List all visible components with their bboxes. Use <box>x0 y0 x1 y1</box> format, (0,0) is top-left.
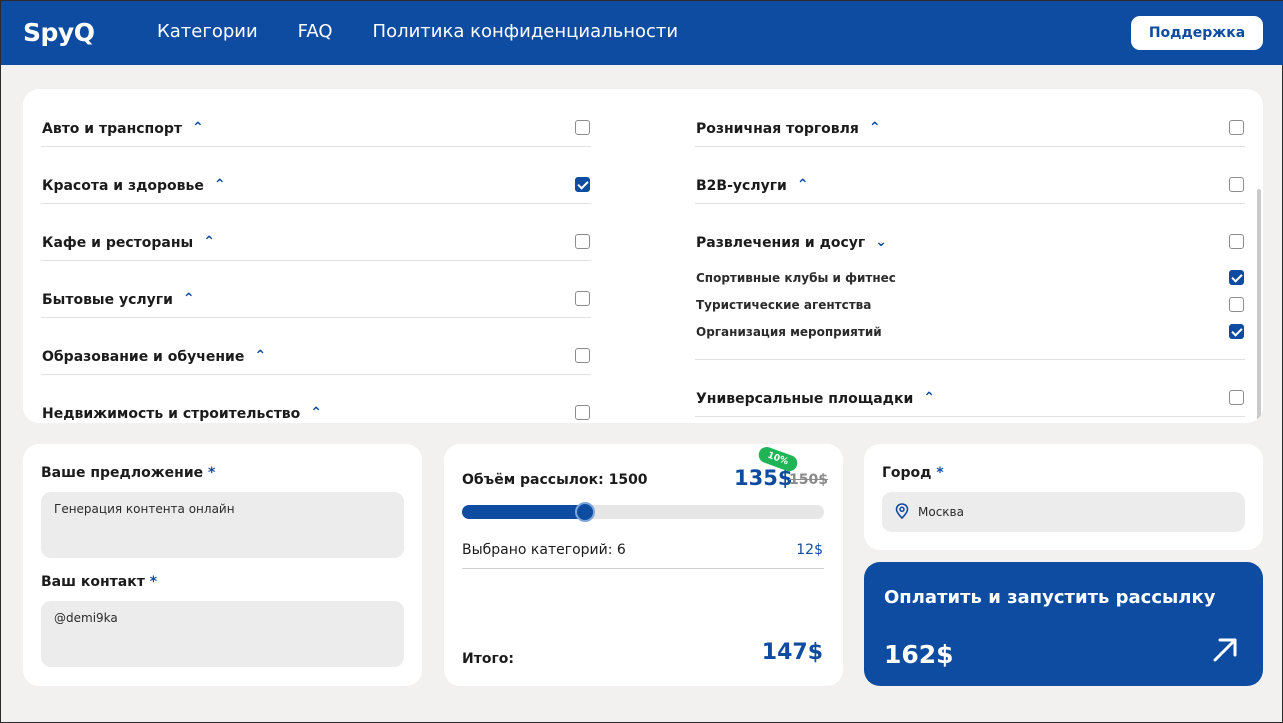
category-checkbox[interactable] <box>575 291 590 306</box>
volume-slider-fill <box>462 505 586 519</box>
category-row[interactable]: Бытовые услуги ⌃ <box>41 260 591 318</box>
pay-price: 162$ <box>884 640 954 669</box>
category-checkbox[interactable] <box>575 405 590 420</box>
category-label-text: B2B-услуги <box>696 178 787 194</box>
support-button[interactable]: Поддержка <box>1131 16 1263 50</box>
subcategory-label: Спортивные клубы и фитнес <box>696 271 896 285</box>
subcategory-row[interactable]: Туристические агентства <box>695 291 1245 318</box>
category-checkbox[interactable] <box>575 348 590 363</box>
chevron-up-icon[interactable]: ⌃ <box>214 177 226 193</box>
city-label-text: Город <box>882 465 932 481</box>
category-label-text: Кафе и рестораны <box>42 235 194 251</box>
category-checkbox[interactable] <box>1229 120 1244 135</box>
volume-label: Объём рассылок: 1500 <box>462 472 648 488</box>
subcategory-checkbox[interactable] <box>1229 270 1244 285</box>
chevron-up-icon[interactable]: ⌃ <box>192 120 204 136</box>
city-input[interactable]: Москва <box>882 492 1245 532</box>
category-label-text: Недвижимость и строительство <box>42 406 301 422</box>
subcategory-checkbox[interactable] <box>1229 297 1244 312</box>
chevron-up-icon[interactable]: ⌃ <box>203 234 215 250</box>
category-row[interactable]: Развлечения и досуг ⌄ Спортивные клубы и ф… <box>695 203 1245 360</box>
category-checkbox[interactable] <box>575 177 590 192</box>
nav-categories[interactable]: Категории <box>157 21 258 42</box>
map-pin-icon <box>895 503 909 522</box>
category-label: Розничная торговля ⌃ <box>696 120 881 137</box>
volume-slider-thumb[interactable] <box>575 502 596 522</box>
offer-textarea[interactable]: Генерация контента онлайн <box>41 492 404 558</box>
city-value: Москва <box>918 505 964 519</box>
category-row[interactable]: Универсальные площадки ⌃ <box>695 359 1245 417</box>
chevron-up-icon[interactable]: ⌃ <box>869 120 881 136</box>
category-label-text: Развлечения и досуг <box>696 235 866 251</box>
subcategory-checkbox[interactable] <box>1229 324 1244 339</box>
selected-categories-price: 12$ <box>796 542 823 558</box>
chevron-up-icon[interactable]: ⌃ <box>310 405 322 421</box>
required-mark: * <box>149 574 158 590</box>
category-label-text: Авто и транспорт <box>42 121 182 137</box>
city-label: Город * <box>882 465 944 481</box>
categories-panel: Авто и транспорт ⌃ Красота и здоровье ⌃ Кафе… <box>23 89 1263 423</box>
city-card: Город * Москва <box>864 444 1263 550</box>
offer-contact-card: Ваше предложение * Генерация контента он… <box>23 444 422 686</box>
pay-and-launch-button[interactable]: Оплатить и запустить рассылку 162$ <box>864 562 1263 686</box>
category-label: Авто и транспорт ⌃ <box>42 120 204 137</box>
subcategory-row[interactable]: Организация мероприятий <box>695 318 1245 345</box>
category-label: Кафе и рестораны ⌃ <box>42 234 215 251</box>
category-label: Бытовые услуги ⌃ <box>42 291 195 308</box>
chevron-up-icon[interactable]: ⌃ <box>254 348 266 364</box>
category-checkbox[interactable] <box>575 234 590 249</box>
volume-card: Объём рассылок: 1500 135$ 150$ 10% Выбра… <box>444 444 843 686</box>
category-label-text: Образование и обучение <box>42 349 245 365</box>
chevron-down-icon[interactable]: ⌄ <box>875 234 887 250</box>
selected-categories-label: Выбрано категорий: 6 <box>462 542 626 558</box>
category-label-text: Бытовые услуги <box>42 292 173 308</box>
price-old: 150$ <box>789 472 828 488</box>
category-label-text: Красота и здоровье <box>42 178 204 194</box>
chevron-up-icon[interactable]: ⌃ <box>923 390 935 406</box>
subcategory-label: Туристические агентства <box>696 298 872 312</box>
required-mark: * <box>936 465 944 481</box>
volume-slider[interactable] <box>462 502 824 522</box>
category-row[interactable]: B2B-услуги ⌃ <box>695 146 1245 204</box>
category-label: B2B-услуги ⌃ <box>696 177 809 194</box>
header: SpyQ Категории FAQ Политика конфиденциал… <box>1 1 1283 65</box>
arrow-up-right-icon <box>1211 636 1239 668</box>
required-mark: * <box>208 465 216 481</box>
offer-label-text: Ваше предложение <box>41 465 204 481</box>
offer-label: Ваше предложение * <box>41 465 215 481</box>
category-label-text: Универсальные площадки <box>696 391 914 407</box>
total-price: 147$ <box>761 640 823 665</box>
category-label: Образование и обучение ⌃ <box>42 348 266 365</box>
category-label-text: Розничная торговля <box>696 121 859 137</box>
contact-label: Ваш контакт * <box>41 574 157 590</box>
category-checkbox[interactable] <box>1229 390 1244 405</box>
category-checkbox[interactable] <box>1229 234 1244 249</box>
chevron-up-icon[interactable]: ⌃ <box>797 177 809 193</box>
category-checkbox[interactable] <box>575 120 590 135</box>
category-label: Красота и здоровье ⌃ <box>42 177 226 194</box>
category-row[interactable]: Недвижимость и строительство ⌃ <box>41 374 591 423</box>
subcategory-row[interactable]: Спортивные клубы и фитнес <box>695 264 1245 291</box>
category-row[interactable]: Кафе и рестораны ⌃ <box>41 203 591 261</box>
divider <box>462 568 824 569</box>
contact-textarea[interactable]: @demi9ka <box>41 601 404 667</box>
category-row[interactable]: Образование и обучение ⌃ <box>41 317 591 375</box>
category-checkbox[interactable] <box>1229 177 1244 192</box>
nav-privacy-policy[interactable]: Политика конфиденциальности <box>373 21 679 42</box>
subcategory-label: Организация мероприятий <box>696 325 882 339</box>
contact-label-text: Ваш контакт <box>41 574 145 590</box>
categories-scrollbar[interactable] <box>1257 189 1261 423</box>
chevron-up-icon[interactable]: ⌃ <box>183 291 195 307</box>
category-label: Развлечения и досуг ⌄ <box>696 234 887 251</box>
category-label: Универсальные площадки ⌃ <box>696 390 935 407</box>
logo[interactable]: SpyQ <box>23 18 95 47</box>
category-row[interactable]: Авто и транспорт ⌃ <box>41 89 591 147</box>
pay-title: Оплатить и запустить рассылку <box>884 587 1216 608</box>
category-label: Недвижимость и строительство ⌃ <box>42 405 322 422</box>
main-nav: Категории FAQ Политика конфиденциальност… <box>157 21 718 42</box>
category-row[interactable]: Розничная торговля ⌃ <box>695 89 1245 147</box>
total-label: Итого: <box>462 651 514 667</box>
category-row[interactable]: Красота и здоровье ⌃ <box>41 146 591 204</box>
nav-faq[interactable]: FAQ <box>298 21 333 42</box>
